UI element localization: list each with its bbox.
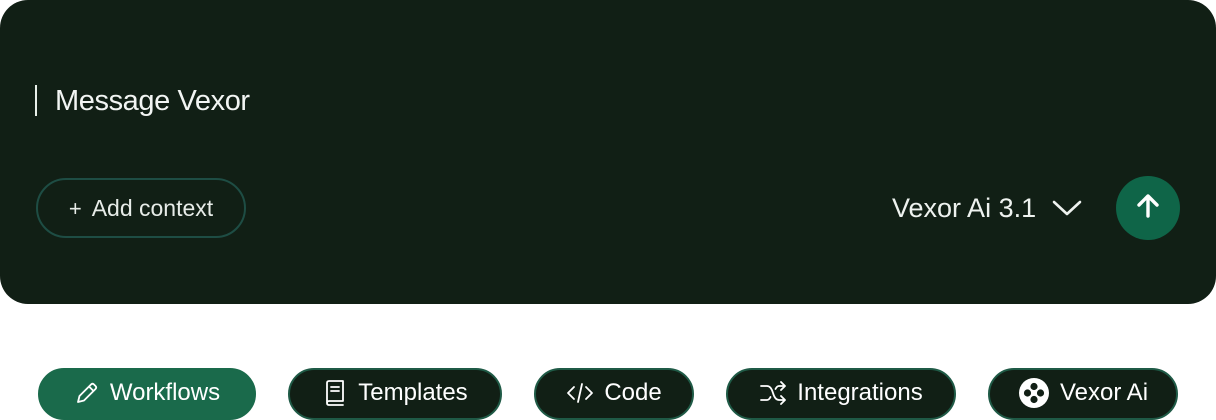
message-input[interactable] [55,80,655,122]
chip-workflows[interactable]: Workflows [38,368,256,420]
chip-integrations[interactable]: Integrations [726,368,956,420]
model-selector[interactable]: Vexor Ai 3.1 [892,186,1082,230]
book-icon [322,379,348,407]
vexor-logo-icon [1018,377,1050,409]
chevron-down-icon [1052,199,1082,217]
shuffle-icon [759,380,787,406]
chip-code[interactable]: Code [534,368,694,420]
arrow-up-icon [1134,192,1162,225]
send-button[interactable] [1116,176,1180,240]
chip-vexor-ai[interactable]: Vexor Ai [988,368,1178,420]
chip-label: Workflows [109,379,221,406]
message-composer: + Add context Vexor Ai 3.1 [0,0,1216,304]
pencil-icon [74,380,100,406]
chip-label: Vexor Ai [1059,379,1149,406]
chip-label: Templates [358,379,468,406]
chip-label: Integrations [797,379,923,406]
add-context-button[interactable]: + Add context [36,178,246,238]
model-name: Vexor Ai 3.1 [892,192,1037,223]
text-caret [35,85,37,116]
chip-label: Code [604,379,662,406]
add-context-label: Add context [91,194,214,221]
chip-templates[interactable]: Templates [288,368,502,420]
plus-icon: + [68,196,82,221]
code-icon [566,380,594,406]
